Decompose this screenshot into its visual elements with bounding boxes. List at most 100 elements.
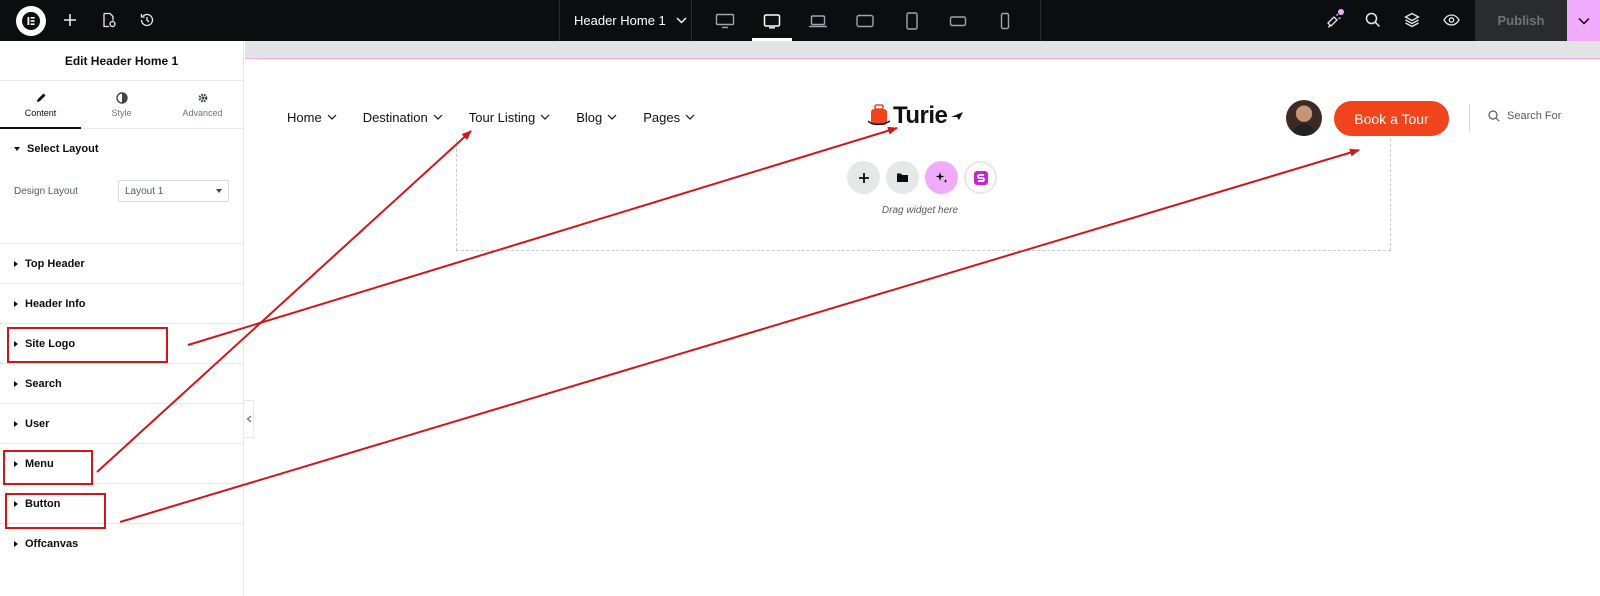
editor-topbar: Header Home 1 Publish [0,0,1600,41]
menu-item-tour-listing[interactable]: Tour Listing [469,110,550,125]
section-header-info[interactable]: Header Info [0,284,243,324]
elementor-logo-button[interactable] [16,6,46,36]
menu-item-label: Tour Listing [468,109,536,125]
add-element-button[interactable] [60,10,80,30]
tablet-landscape-icon [763,13,781,28]
chevron-down-icon [607,114,617,120]
plus-icon [64,14,76,26]
tab-style[interactable]: Style [81,81,162,128]
search-icon [1488,110,1500,122]
caret-down-icon [216,189,222,193]
tab-advanced[interactable]: Advanced [162,81,243,128]
widget-dropzone[interactable] [456,139,1391,251]
device-tablet-portrait-button[interactable] [892,0,932,41]
finder-button[interactable] [1363,10,1383,30]
menu-item-label: Blog [576,109,603,125]
section-label: Header Info [25,297,86,310]
device-widescreen-button[interactable] [845,0,885,41]
chevron-down-icon [685,114,695,120]
dropzone-actions [847,161,997,194]
tablet-portrait-icon [906,11,918,30]
chevron-down-icon [327,114,337,120]
add-section-button[interactable] [847,161,880,194]
panel-tabs: Content Style Advanced [0,81,243,129]
tab-content-label: Content [24,107,57,118]
menu-item-label: Destination [362,109,428,125]
canvas-top-strip [245,41,1600,59]
caret-right-icon [14,541,18,547]
suitcase-logo-icon [868,104,890,126]
panel-title: Edit Header Home 1 [0,41,243,81]
chevron-left-icon [246,415,251,423]
half-circle-icon [115,91,128,104]
section-select-layout-header[interactable]: Select Layout [14,129,229,169]
device-mobile-portrait-button[interactable] [985,0,1025,41]
menu-item-destination[interactable]: Destination [363,110,443,125]
header-search[interactable]: Search For [1488,110,1561,122]
publish-options-button[interactable] [1567,0,1600,41]
device-laptop-button[interactable] [798,0,838,41]
s-logo-icon [973,170,988,185]
book-tour-button[interactable]: Book a Tour [1334,101,1449,136]
ai-button[interactable] [925,161,958,194]
menu-item-label: Pages [643,109,681,125]
tab-style-label: Style [111,107,132,118]
section-user[interactable]: User [0,404,243,444]
divider [559,0,560,41]
site-logo[interactable]: Turie [868,101,964,131]
page-settings-icon [103,12,116,28]
desktop-icon [715,13,735,28]
caret-right-icon [14,380,18,387]
document-title: Header Home 1 [574,13,666,28]
mobile-landscape-icon [949,15,967,26]
design-layout-value: Layout 1 [125,185,164,197]
history-icon [140,13,154,27]
site-logo-text: Turie [893,102,948,129]
divider [1040,0,1041,41]
device-tablet-landscape-button[interactable] [752,0,792,41]
section-offcanvas[interactable]: Offcanvas [0,524,243,564]
whats-new-button[interactable] [1323,9,1344,30]
starter-kit-button[interactable] [964,161,997,194]
design-layout-label: Design Layout [14,185,78,197]
design-layout-select[interactable]: Layout 1 [118,180,229,202]
section-label: Top Header [25,257,85,270]
menu-item-blog[interactable]: Blog [576,110,617,125]
collapse-panel-button[interactable] [244,400,254,438]
folder-icon [897,173,908,182]
menu-item-home[interactable]: Home [287,110,337,125]
menu-item-pages[interactable]: Pages [643,110,695,125]
menu-item-label: Home [287,109,322,125]
search-icon [1365,12,1381,28]
sparkle-icon [935,172,948,183]
document-title-dropdown[interactable]: Header Home 1 [574,0,687,41]
preview-button[interactable] [1441,10,1461,30]
device-desktop-button[interactable] [705,0,745,41]
section-label: User [25,417,50,430]
caret-down-icon [14,147,20,151]
section-search[interactable]: Search [0,364,243,404]
section-select-layout-label: Select Layout [27,143,99,155]
divider [1469,104,1470,132]
design-layout-control: Design Layout Layout 1 [14,169,229,213]
pencil-icon [36,93,45,102]
caret-right-icon [14,260,18,267]
user-avatar[interactable] [1286,100,1322,136]
section-select-layout: Select Layout Design Layout Layout 1 [0,129,243,244]
history-button[interactable] [137,10,157,30]
eye-icon [1442,14,1460,26]
caret-right-icon [14,300,18,307]
notification-dot [1338,9,1344,15]
add-template-button[interactable] [886,161,919,194]
mobile-portrait-icon [1000,12,1010,29]
publish-button[interactable]: Publish [1475,0,1567,41]
device-mobile-landscape-button[interactable] [938,0,978,41]
highlight-button [5,493,106,529]
layers-icon [1404,12,1420,28]
section-top-header[interactable]: Top Header [0,244,243,284]
highlight-menu [3,450,93,485]
section-label: Search [25,377,62,390]
page-settings-button[interactable] [99,10,119,30]
structure-button[interactable] [1402,10,1422,30]
tab-content[interactable]: Content [0,81,81,129]
